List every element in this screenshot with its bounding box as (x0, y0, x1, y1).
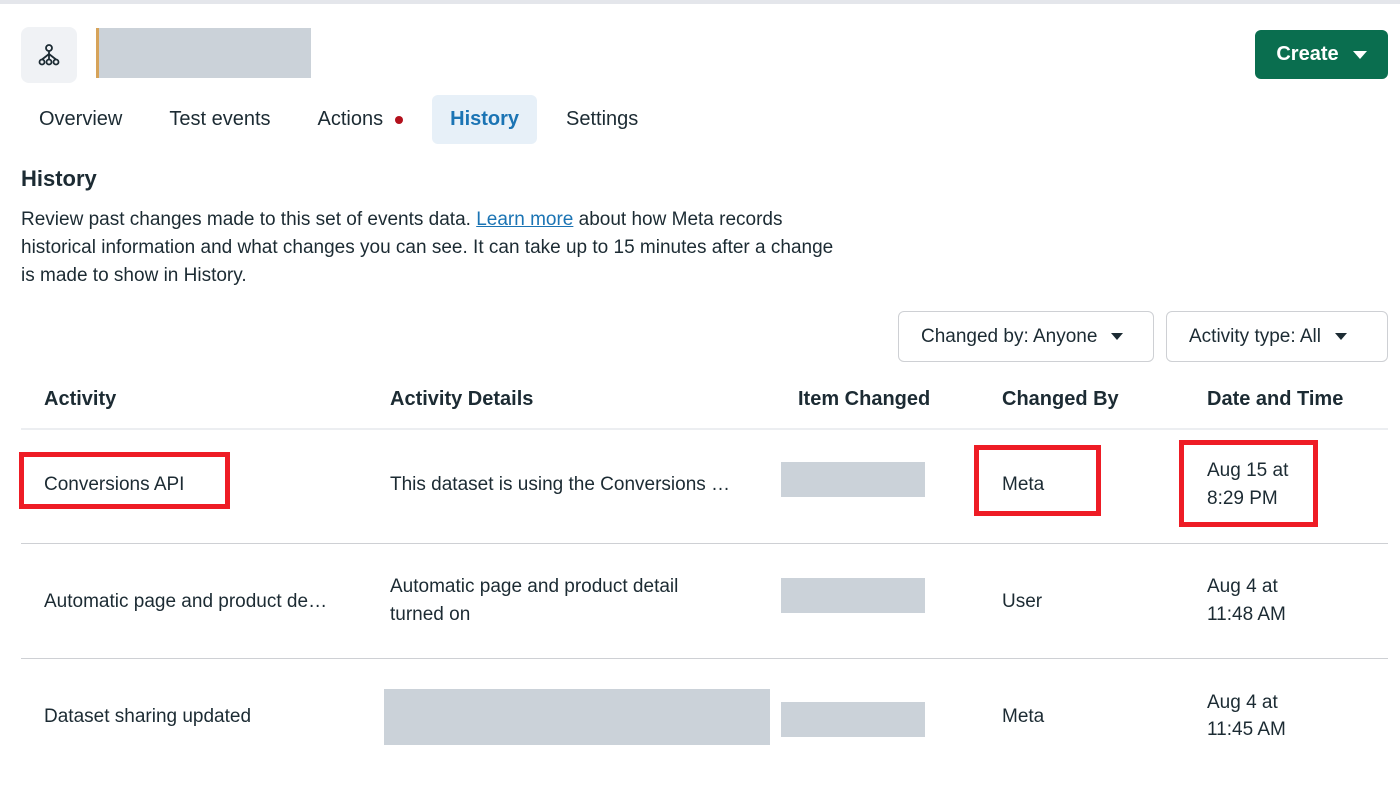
row3-activity[interactable]: Dataset sharing updated (44, 703, 251, 731)
table-header-divider (21, 428, 1388, 430)
row3-time: 11:45 AM (1207, 719, 1286, 740)
row3-item-changed-redacted (781, 702, 925, 737)
caret-down-icon (1111, 333, 1124, 340)
tab-settings-label: Settings (566, 108, 639, 130)
tab-bar: Overview Test events Actions History Set… (21, 95, 667, 144)
caret-down-icon (1352, 50, 1367, 59)
highlight-box-activity (19, 452, 230, 509)
row-divider (21, 658, 1388, 659)
notification-dot-icon (395, 115, 404, 124)
description-text-before: Review past changes made to this set of … (21, 209, 477, 230)
caret-down-icon (1335, 333, 1347, 340)
tab-history-label: History (450, 108, 520, 130)
column-header-changed-by[interactable]: Changed By (1002, 388, 1119, 411)
dataset-name-redacted (96, 28, 311, 78)
tab-actions-label: Actions (317, 108, 384, 130)
learn-more-link[interactable]: Learn more (476, 209, 573, 230)
row2-date: Aug 4 at (1207, 576, 1278, 597)
column-header-activity-details[interactable]: Activity Details (390, 388, 533, 411)
highlight-box-changed-by (974, 445, 1101, 516)
row3-date: Aug 4 at (1207, 692, 1278, 713)
dataset-network-icon (21, 27, 77, 83)
changed-by-filter[interactable]: Changed by: Anyone (898, 311, 1154, 362)
column-header-date-time[interactable]: Date and Time (1207, 388, 1343, 411)
tab-test-events-label: Test events (169, 108, 271, 130)
tab-test-events[interactable]: Test events (151, 95, 288, 144)
create-button[interactable]: Create (1255, 30, 1388, 79)
tab-overview-label: Overview (39, 108, 123, 130)
section-title: History (21, 166, 97, 191)
activity-type-filter-label: Activity type: All (1189, 325, 1321, 347)
column-header-item-changed[interactable]: Item Changed (798, 388, 930, 411)
row2-details-line1: Automatic page and product detail (390, 576, 679, 597)
row2-details-line2: turned on (390, 604, 471, 625)
row2-changed-by: User (1002, 591, 1043, 612)
column-header-activity[interactable]: Activity (44, 388, 116, 411)
row3-changed-by: Meta (1002, 706, 1045, 727)
tab-history[interactable]: History (432, 95, 538, 144)
tab-actions[interactable]: Actions (300, 95, 422, 144)
row2-time: 11:48 AM (1207, 604, 1286, 625)
top-border (0, 0, 1400, 4)
tab-settings[interactable]: Settings (548, 95, 656, 144)
row3-details-redacted (384, 689, 770, 745)
row-divider (21, 543, 1388, 544)
section-description: Review past changes made to this set of … (21, 206, 841, 290)
activity-type-filter[interactable]: Activity type: All (1166, 311, 1388, 362)
changed-by-filter-label: Changed by: Anyone (921, 325, 1098, 347)
row1-item-changed-redacted (781, 462, 925, 497)
highlight-box-date-time (1179, 440, 1318, 527)
tab-overview[interactable]: Overview (21, 95, 140, 144)
row1-details: This dataset is using the Conversions … (390, 474, 731, 495)
row2-item-changed-redacted (781, 578, 925, 613)
row2-activity[interactable]: Automatic page and product de… (44, 588, 327, 616)
create-button-label: Create (1276, 43, 1339, 65)
